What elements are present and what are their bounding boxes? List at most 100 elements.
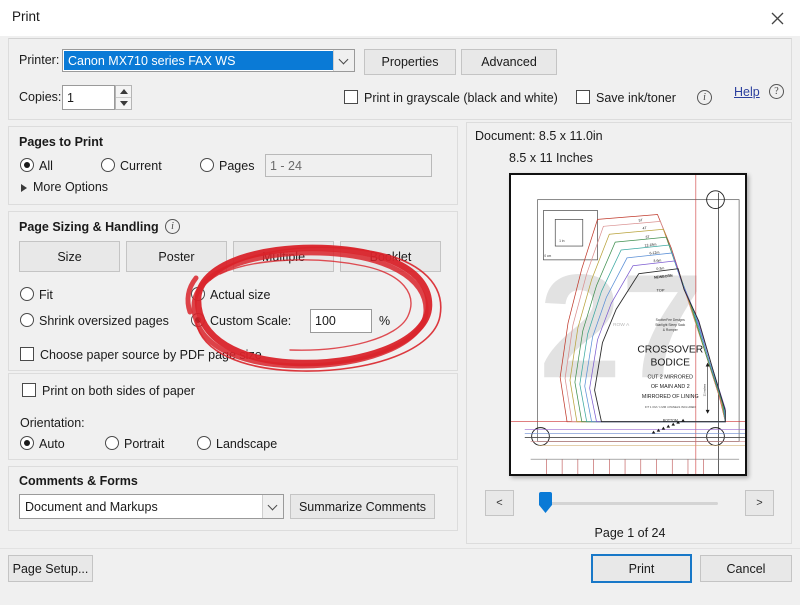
- page-slider-track[interactable]: [540, 502, 718, 505]
- page-slider-thumb[interactable]: [539, 492, 552, 513]
- radio-fit[interactable]: [20, 287, 34, 301]
- page-count-label: Page 1 of 24: [467, 526, 793, 540]
- radio-orientation-portrait-label[interactable]: Portrait: [124, 437, 164, 451]
- printer-label: Printer:: [19, 53, 59, 67]
- svg-text:ScotterFee Designs: ScotterFee Designs: [656, 318, 686, 322]
- chevron-down-icon[interactable]: [262, 495, 283, 518]
- booklet-button[interactable]: Booklet: [340, 241, 441, 272]
- summarize-comments-button[interactable]: Summarize Comments: [290, 494, 435, 519]
- orientation-label: Orientation:: [20, 416, 85, 430]
- copies-input[interactable]: 1: [62, 85, 115, 110]
- multiple-button[interactable]: Multiple: [233, 241, 334, 272]
- pages-range-input[interactable]: 1 - 24: [265, 154, 432, 177]
- radio-orientation-portrait[interactable]: [105, 436, 119, 450]
- copies-stepper[interactable]: [115, 85, 132, 110]
- pages-to-print-title: Pages to Print: [19, 135, 103, 149]
- radio-current[interactable]: [101, 158, 115, 172]
- duplex-orientation-group: Print on both sides of paper Orientation…: [8, 373, 458, 460]
- cancel-button[interactable]: Cancel: [700, 555, 792, 582]
- radio-orientation-landscape-label[interactable]: Landscape: [216, 437, 277, 451]
- info-icon[interactable]: i: [697, 90, 712, 105]
- svg-text:ROW A: ROW A: [613, 322, 630, 328]
- chevron-down-icon[interactable]: [333, 50, 354, 71]
- radio-shrink-oversized[interactable]: [20, 313, 34, 327]
- size-button[interactable]: Size: [19, 241, 120, 272]
- grayscale-label[interactable]: Print in grayscale (black and white): [364, 91, 558, 105]
- page-sizing-group: Page Sizing & Handling i Size Poster Mul…: [8, 211, 458, 371]
- radio-actual-size-label[interactable]: Actual size: [210, 288, 270, 302]
- close-icon[interactable]: [754, 0, 800, 36]
- save-ink-checkbox[interactable]: [576, 90, 590, 104]
- svg-text:0 cm: 0 cm: [544, 254, 551, 258]
- page-sizing-title: Page Sizing & Handling: [19, 220, 159, 234]
- radio-orientation-landscape[interactable]: [197, 436, 211, 450]
- footer-divider: [0, 548, 800, 549]
- svg-text:0-3m: 0-3m: [656, 266, 664, 271]
- properties-button[interactable]: Properties: [364, 49, 456, 75]
- grayscale-checkbox[interactable]: [344, 90, 358, 104]
- info-icon[interactable]: i: [165, 219, 180, 234]
- comments-forms-select[interactable]: Document and Markups: [19, 494, 284, 519]
- print-button[interactable]: Print: [591, 554, 692, 583]
- svg-text:BODICE: BODICE: [651, 357, 691, 368]
- comments-forms-select-value: Document and Markups: [25, 495, 261, 518]
- print-dialog: Print Printer: Canon MX710 series FAX WS…: [0, 0, 800, 605]
- page-preview[interactable]: 27: [509, 173, 747, 476]
- custom-scale-input[interactable]: 100: [310, 309, 372, 333]
- pattern-page-content: 27: [511, 175, 745, 474]
- poster-button[interactable]: Poster: [126, 241, 227, 272]
- radio-pages-label[interactable]: Pages: [219, 159, 254, 173]
- question-mark-icon[interactable]: ?: [769, 84, 784, 99]
- comments-forms-group: Comments & Forms Document and Markups Su…: [8, 466, 458, 531]
- title-bar: Print: [0, 0, 800, 36]
- radio-actual-size[interactable]: [191, 287, 205, 301]
- radio-shrink-oversized-label[interactable]: Shrink oversized pages: [39, 314, 169, 328]
- radio-orientation-auto[interactable]: [20, 436, 34, 450]
- radio-all-label[interactable]: All: [39, 159, 53, 173]
- window-title: Print: [12, 9, 40, 24]
- svg-text:TOP: TOP: [656, 287, 664, 292]
- document-size-label: Document: 8.5 x 11.0in: [475, 129, 603, 143]
- help-link[interactable]: Help: [734, 85, 760, 99]
- svg-text:Starlight Sleep Sack: Starlight Sleep Sack: [655, 323, 685, 327]
- svg-text:3-6m: 3-6m: [653, 258, 661, 263]
- svg-text:FIT 1 CM / 1 MM 4 PANELS INCLU: FIT 1 CM / 1 MM 4 PANELS INCLUDED: [645, 405, 696, 409]
- radio-orientation-auto-label[interactable]: Auto: [39, 437, 65, 451]
- printer-select[interactable]: Canon MX710 series FAX WS: [62, 49, 355, 72]
- paper-size-label: 8.5 x 11 Inches: [509, 151, 593, 165]
- advanced-button[interactable]: Advanced: [461, 49, 557, 75]
- svg-text:11 inches: 11 inches: [703, 383, 707, 396]
- svg-text:OF MAIN AND 2: OF MAIN AND 2: [651, 384, 690, 390]
- copies-label: Copies:: [19, 90, 61, 104]
- radio-fit-label[interactable]: Fit: [39, 288, 53, 302]
- radio-custom-scale[interactable]: [191, 313, 205, 327]
- printer-panel: Printer: Canon MX710 series FAX WS Prope…: [8, 38, 792, 120]
- save-ink-label[interactable]: Save ink/toner: [596, 91, 676, 105]
- radio-current-label[interactable]: Current: [120, 159, 162, 173]
- comments-forms-title: Comments & Forms: [19, 474, 138, 488]
- preview-panel: Document: 8.5 x 11.0in 8.5 x 11 Inches 2…: [466, 122, 792, 544]
- svg-text:BOTTOM: BOTTOM: [663, 419, 678, 423]
- page-setup-button[interactable]: Page Setup...: [8, 555, 93, 582]
- triangle-up-icon[interactable]: [116, 86, 131, 97]
- percent-label: %: [379, 314, 390, 328]
- next-page-button[interactable]: >: [745, 490, 774, 516]
- svg-text:CROSSOVER: CROSSOVER: [637, 345, 703, 356]
- triangle-right-icon[interactable]: [21, 184, 27, 192]
- radio-all[interactable]: [20, 158, 34, 172]
- svg-text:1 in: 1 in: [559, 239, 565, 243]
- both-sides-checkbox[interactable]: [22, 383, 36, 397]
- both-sides-label[interactable]: Print on both sides of paper: [42, 384, 195, 398]
- paper-source-label[interactable]: Choose paper source by PDF page size: [40, 348, 262, 362]
- pages-to-print-group: Pages to Print All Current Pages 1 - 24 …: [8, 126, 458, 205]
- triangle-down-icon[interactable]: [116, 97, 131, 109]
- svg-text:& Romper: & Romper: [663, 328, 679, 332]
- radio-pages[interactable]: [200, 158, 214, 172]
- radio-custom-scale-label[interactable]: Custom Scale:: [210, 314, 291, 328]
- paper-source-checkbox[interactable]: [20, 347, 34, 361]
- svg-text:CUT 2 MIRRORED: CUT 2 MIRRORED: [648, 374, 694, 380]
- prev-page-button[interactable]: <: [485, 490, 514, 516]
- more-options-label[interactable]: More Options: [33, 180, 108, 194]
- printer-select-value: Canon MX710 series FAX WS: [64, 51, 333, 70]
- svg-text:MIRRORED OF LINING: MIRRORED OF LINING: [642, 394, 699, 400]
